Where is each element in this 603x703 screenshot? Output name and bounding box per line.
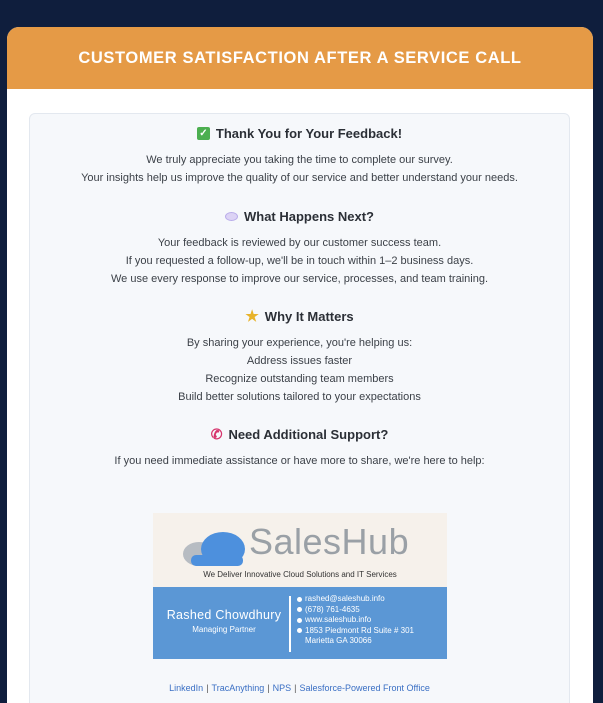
link-salesforce-front-office[interactable]: Salesforce-Powered Front Office: [299, 683, 429, 693]
section-line: By sharing your experience, you're helpi…: [186, 337, 413, 349]
brand-tagline: We Deliver Innovative Cloud Solutions an…: [203, 570, 397, 579]
contact-email[interactable]: rashed@saleshub.info: [305, 594, 385, 605]
footer-links: LinkedIn | TracAnything | NPS | Salesforce-Pow…: [169, 683, 430, 693]
speech-bubble-icon: [224, 211, 238, 221]
section-line: We use every response to improve our ser…: [110, 273, 489, 285]
section-title: Why It Matters: [264, 308, 354, 324]
globe-icon: [297, 617, 302, 623]
section-line: We truly appreciate you taking the time …: [146, 154, 453, 166]
signature-divider: [289, 596, 291, 652]
signature-logo-area: SalesHub We Deliver Innovative Cloud Sol…: [153, 513, 447, 587]
phone-icon: ✆: [210, 425, 223, 442]
cloud-logo-icon: [183, 532, 245, 566]
signature-person: Rashed Chowdhury Managing Partner: [161, 608, 287, 634]
section-title: Need Additional Support?: [228, 426, 389, 442]
feedback-panel: ✓ Thank You for Your Feedback! We truly …: [29, 113, 570, 703]
section-line: Build better solutions tailored to your …: [178, 391, 421, 403]
section-line: Address issues faster: [246, 355, 353, 367]
person-role: Managing Partner: [192, 625, 256, 634]
section-line: Recognize outstanding team members: [205, 373, 394, 385]
why-it-matters-section: ★ Why It Matters By sharing your experie…: [30, 307, 569, 406]
section-title: Thank You for Your Feedback!: [215, 125, 403, 141]
page-title: CUSTOMER SATISFACTION AFTER A SERVICE CA…: [78, 48, 522, 67]
link-nps[interactable]: NPS: [273, 683, 292, 693]
thank-you-section: ✓ Thank You for Your Feedback! We truly …: [30, 124, 569, 187]
section-title: What Happens Next?: [243, 208, 374, 224]
brand-name: SalesHub: [249, 521, 410, 562]
survey-card: CUSTOMER SATISFACTION AFTER A SERVICE CA…: [7, 27, 593, 703]
link-linkedin[interactable]: LinkedIn: [169, 683, 203, 693]
contact-phone[interactable]: (678) 761-4635: [305, 605, 360, 616]
section-line: If you need immediate assistance or have…: [114, 455, 485, 467]
contact-website[interactable]: www.saleshub.info: [305, 615, 371, 626]
additional-support-section: ✆ Need Additional Support? If you need i…: [30, 425, 569, 470]
person-name: Rashed Chowdhury: [166, 608, 282, 622]
contact-address-line2: Marietta GA 30066: [305, 636, 372, 645]
email-signature: SalesHub We Deliver Innovative Cloud Sol…: [153, 513, 447, 659]
link-tracanything[interactable]: TracAnything: [212, 683, 265, 693]
contact-list: rashed@saleshub.info (678) 761-4635 www.…: [297, 594, 414, 647]
star-icon: ★: [245, 307, 259, 325]
phone-icon: [297, 607, 302, 613]
email-icon: [297, 596, 302, 602]
what-happens-next-section: What Happens Next? Your feedback is revi…: [30, 207, 569, 288]
section-line: Your feedback is reviewed by our custome…: [157, 237, 442, 249]
page-header: CUSTOMER SATISFACTION AFTER A SERVICE CA…: [7, 27, 593, 89]
section-line: Your insights help us improve the qualit…: [81, 172, 518, 184]
section-line: If you requested a follow-up, we'll be i…: [125, 255, 474, 267]
signature-contact-area: Rashed Chowdhury Managing Partner rashed…: [153, 587, 447, 659]
contact-address: 1853 Piedmont Rd Suite # 301: [305, 625, 414, 635]
location-icon: [297, 628, 302, 634]
check-icon: ✓: [196, 126, 210, 140]
